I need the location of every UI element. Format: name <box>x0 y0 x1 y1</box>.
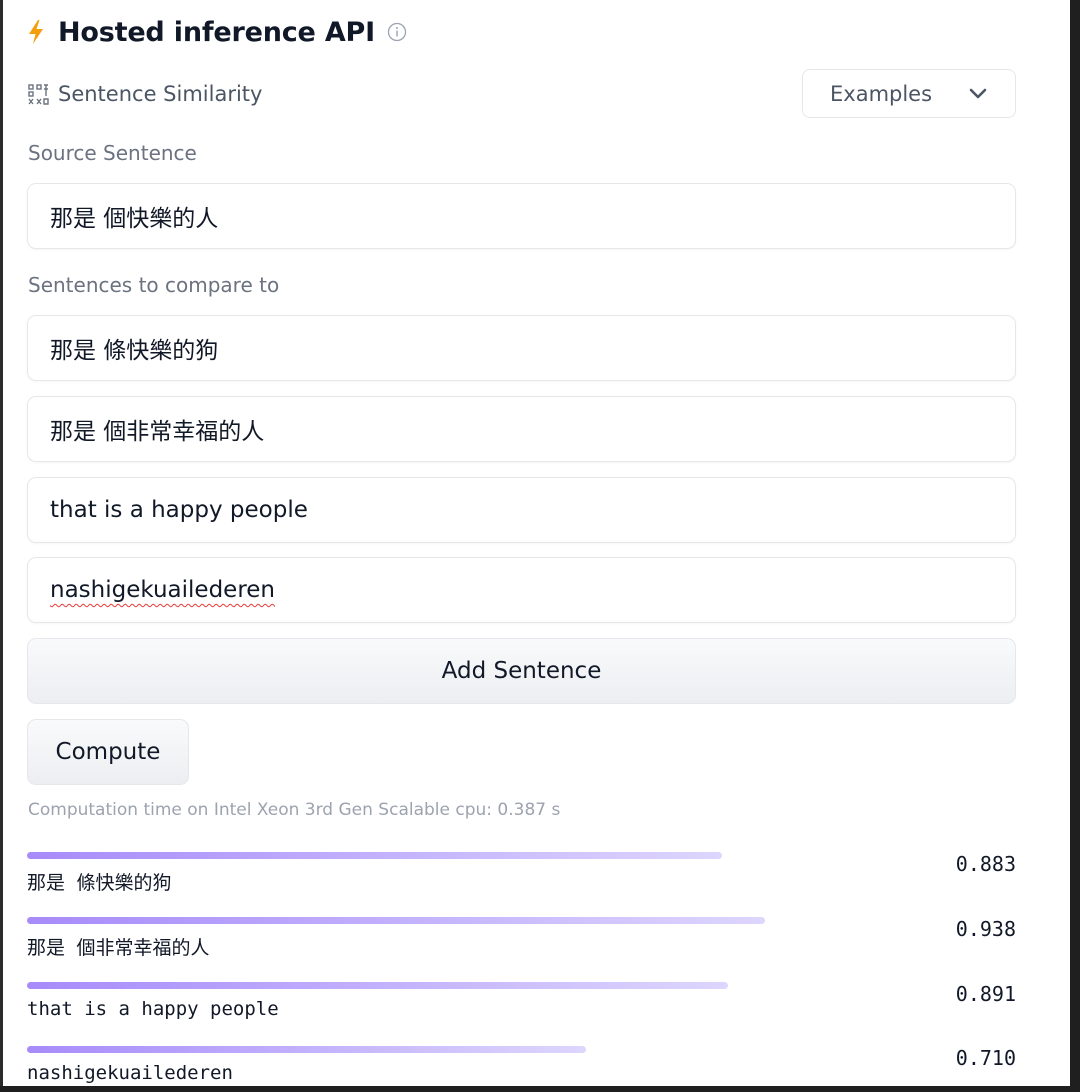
score-bar <box>27 852 722 859</box>
compare-sentence-input[interactable]: 那是 條快樂的狗 <box>27 315 1016 381</box>
score-bar-track <box>27 1046 937 1054</box>
examples-dropdown[interactable]: Examples <box>802 69 1016 118</box>
examples-label: Examples <box>830 81 933 106</box>
result-label: that is a happy people <box>27 998 279 1020</box>
compare-sentence-value: that is a happy people <box>50 497 308 523</box>
compare-sentence-input[interactable]: 那是 個非常幸福的人 <box>27 396 1016 462</box>
widget-header: Hosted inference API <box>27 14 407 50</box>
task-label: Sentence Similarity <box>58 82 263 106</box>
compare-sentence-value: nashigekuailederen <box>50 577 276 603</box>
result-label: nashigekuailederen <box>27 1062 233 1084</box>
compute-button[interactable]: Compute <box>27 719 189 785</box>
result-label: 那是 條快樂的狗 <box>27 872 172 894</box>
compare-sentences-label: Sentences to compare to <box>28 273 280 297</box>
result-row: 那是 個非常幸福的人 0.938 <box>27 917 1016 971</box>
result-score: 0.883 <box>955 852 1016 876</box>
result-row: that is a happy people 0.891 <box>27 982 1016 1036</box>
source-sentence-value: 那是 個快樂的人 <box>50 206 219 232</box>
window-frame-right <box>1070 0 1080 1092</box>
score-bar <box>27 1046 586 1053</box>
widget-title: Hosted inference API <box>58 16 375 48</box>
compare-sentence-value: 那是 條快樂的狗 <box>50 338 219 364</box>
chevron-down-icon <box>969 88 987 99</box>
computation-time: Computation time on Intel Xeon 3rd Gen S… <box>28 800 561 820</box>
score-bar-track <box>27 852 937 860</box>
score-bar-track <box>27 917 937 925</box>
result-score: 0.938 <box>955 917 1016 941</box>
result-label: 那是 個非常幸福的人 <box>27 937 210 959</box>
score-bar-track <box>27 982 937 990</box>
add-sentence-button[interactable]: Add Sentence <box>27 638 1016 704</box>
result-row: nashigekuailederen 0.710 <box>27 1046 1016 1092</box>
compare-sentence-input[interactable]: nashigekuailederen <box>27 557 1016 623</box>
task-tag[interactable]: Sentence Similarity <box>28 78 262 110</box>
source-sentence-input[interactable]: 那是 個快樂的人 <box>27 183 1016 249</box>
sentence-similarity-icon <box>28 83 49 105</box>
window-frame-left <box>0 0 3 1092</box>
result-score: 0.891 <box>955 982 1016 1006</box>
source-sentence-label: Source Sentence <box>28 141 197 165</box>
score-bar <box>27 917 765 924</box>
lightning-icon <box>29 20 43 44</box>
info-icon[interactable] <box>387 22 407 42</box>
result-score: 0.710 <box>955 1046 1016 1070</box>
compare-sentence-value: 那是 個非常幸福的人 <box>50 419 265 445</box>
score-bar <box>27 982 728 989</box>
result-row: 那是 條快樂的狗 0.883 <box>27 852 1016 906</box>
compare-sentence-input[interactable]: that is a happy people <box>27 477 1016 543</box>
